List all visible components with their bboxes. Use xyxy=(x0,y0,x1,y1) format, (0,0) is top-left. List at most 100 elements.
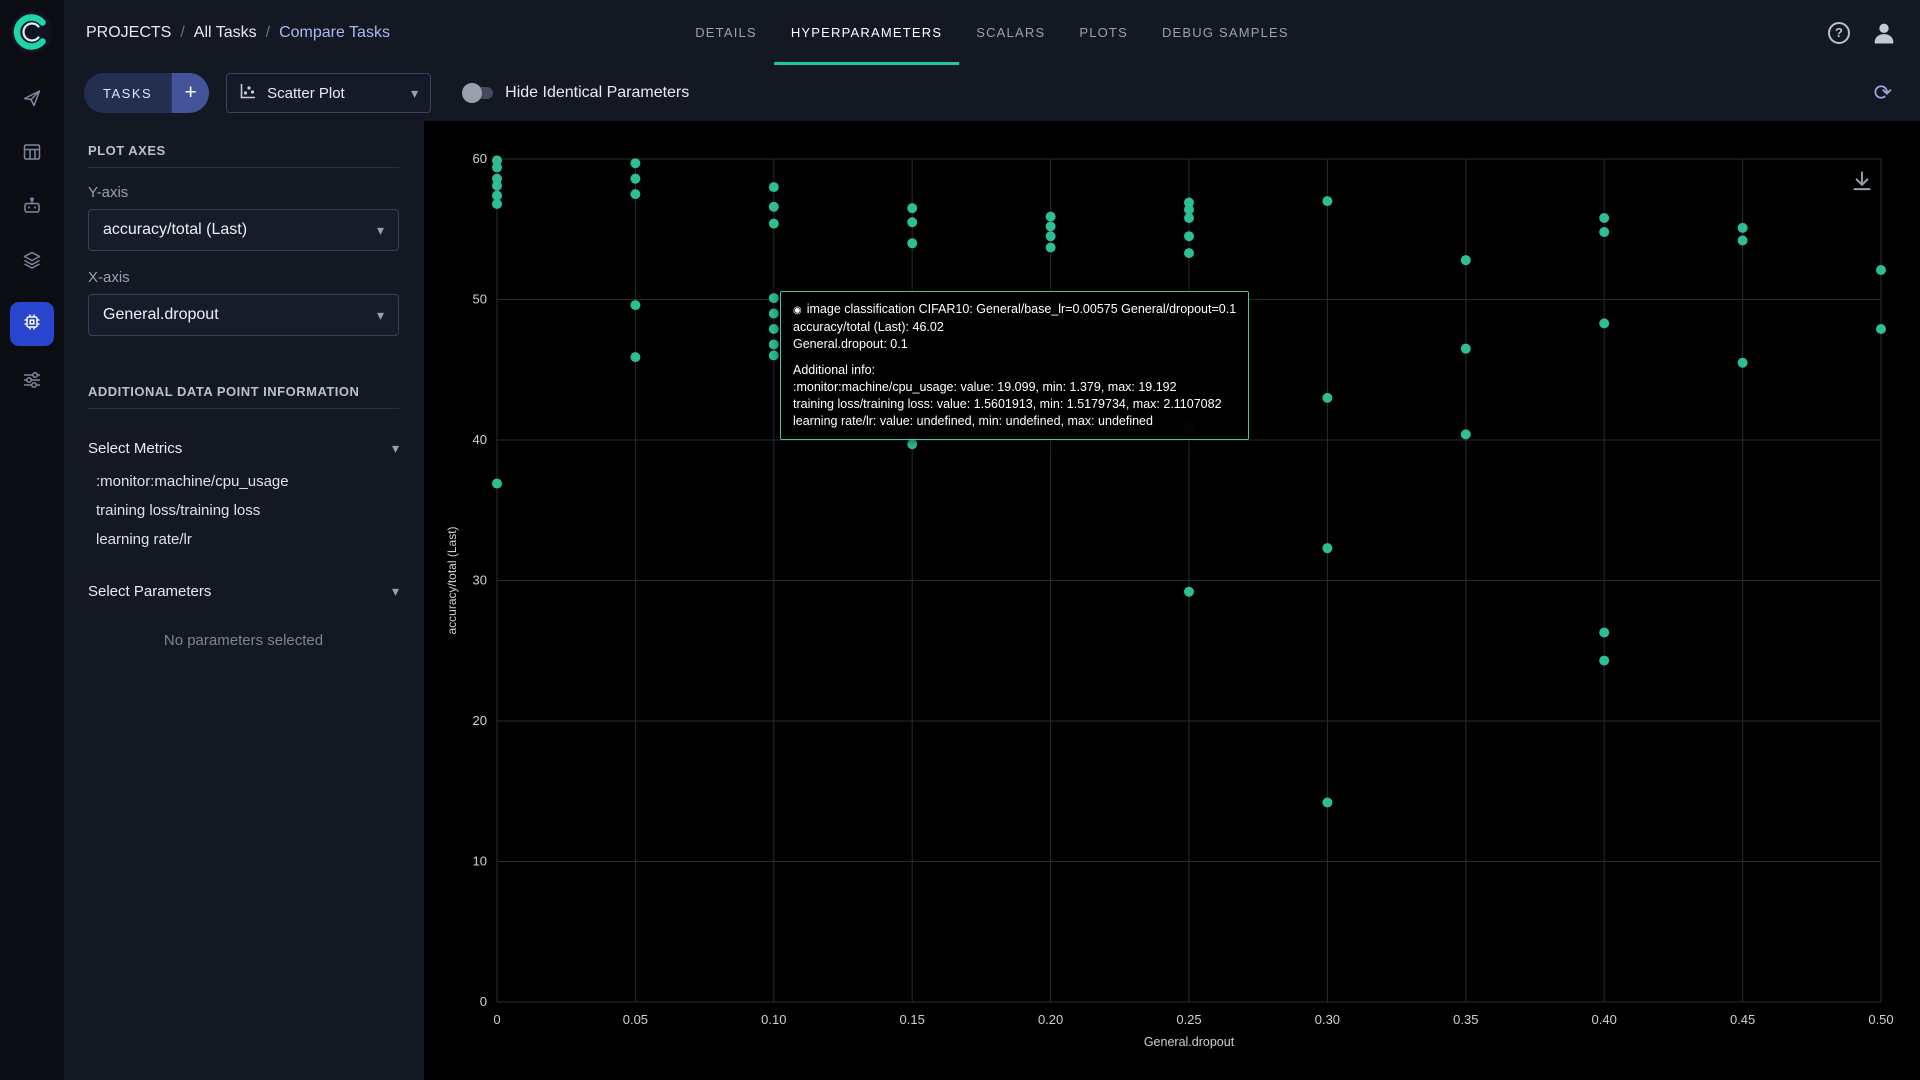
user-avatar[interactable] xyxy=(1870,19,1898,47)
tasks-button-label[interactable]: TASKS xyxy=(84,73,172,113)
svg-text:60: 60 xyxy=(473,151,487,166)
top-bar-actions: ? xyxy=(1828,19,1898,47)
tooltip-title: image classification CIFAR10: General/ba… xyxy=(806,302,1237,316)
breadcrumb-separator: / xyxy=(265,23,271,41)
nav-item-pipelines[interactable] xyxy=(10,360,54,404)
download-button[interactable] xyxy=(1848,167,1876,195)
svg-text:50: 50 xyxy=(473,292,487,307)
layers-icon xyxy=(22,250,42,275)
person-icon xyxy=(1874,23,1894,43)
svg-text:30: 30 xyxy=(473,573,487,588)
top-bar: PROJECTS / All Tasks / Compare Tasks DET… xyxy=(64,0,1920,65)
tooltip-title-line: ◉ image classification CIFAR10: General/b… xyxy=(793,301,1236,319)
metric-item-training-loss[interactable]: training loss/training loss xyxy=(88,496,399,525)
tooltip-metric-line: accuracy/total (Last): 46.02 xyxy=(793,320,944,334)
chevron-down-icon: ▾ xyxy=(391,583,399,599)
svg-text:0.20: 0.20 xyxy=(1038,1012,1063,1027)
toggle-knob xyxy=(462,83,483,103)
auto-refresh-icon[interactable]: ⟳ xyxy=(1874,82,1892,104)
tab-bar: DETAILS HYPERPARAMETERS SCALARS PLOTS DE… xyxy=(678,0,1306,65)
tooltip-spacer xyxy=(793,353,1236,362)
svg-text:General.dropout: General.dropout xyxy=(1144,1035,1235,1049)
point-marker-icon: ◉ xyxy=(793,305,802,316)
plot-axes-title: PLOT AXES xyxy=(88,143,166,158)
plot-settings-panel: PLOT AXES Y-axis accuracy/total (Last) ▾… xyxy=(64,121,424,1080)
y-axis-value: accuracy/total (Last) xyxy=(103,221,248,238)
hide-identical-toggle[interactable] xyxy=(462,83,494,103)
tab-hyperparameters[interactable]: HYPERPARAMETERS xyxy=(773,0,960,65)
svg-text:0.05: 0.05 xyxy=(623,1012,648,1027)
additional-info-title: ADDITIONAL DATA POINT INFORMATION xyxy=(88,384,360,399)
chevron-down-icon: ▾ xyxy=(376,222,384,238)
scatter-plot-area: 0 10 20 30 40 50 60 0 0.05 0.10 0.15 0.20 0.25 0.30 0.… xyxy=(424,121,1920,1080)
nav-item-projects[interactable] xyxy=(10,132,54,176)
nav-item-hyperparams-active[interactable] xyxy=(10,302,54,346)
breadcrumb: PROJECTS / All Tasks / Compare Tasks xyxy=(86,24,390,42)
svg-text:0.15: 0.15 xyxy=(900,1012,925,1027)
breadcrumb-separator: / xyxy=(180,23,185,41)
svg-text:20: 20 xyxy=(473,713,487,728)
add-task-button[interactable]: + xyxy=(171,73,210,113)
divider xyxy=(88,408,399,409)
robot-icon xyxy=(22,196,42,221)
sliders-icon xyxy=(22,370,42,395)
chart-tooltip: ◉ image classification CIFAR10: General/b… xyxy=(780,291,1250,440)
breadcrumb-projects[interactable]: PROJECTS xyxy=(86,24,171,42)
svg-text:0.25: 0.25 xyxy=(1176,1012,1201,1027)
no-parameters-text: No parameters selected xyxy=(163,632,324,649)
select-metrics-label: Select Metrics xyxy=(88,439,183,457)
nav-item-serving[interactable] xyxy=(10,186,54,230)
svg-text:0.35: 0.35 xyxy=(1453,1012,1478,1027)
help-icon[interactable]: ? xyxy=(1828,21,1850,44)
paper-plane-icon xyxy=(22,88,42,113)
tab-plots[interactable]: PLOTS xyxy=(1062,0,1145,65)
breadcrumb-compare-tasks[interactable]: Compare Tasks xyxy=(279,24,390,42)
hide-identical-label: Hide Identical Parameters xyxy=(505,84,690,101)
x-axis-select[interactable]: General.dropout ▾ xyxy=(88,294,399,336)
tab-details[interactable]: DETAILS xyxy=(678,0,774,65)
svg-text:0: 0 xyxy=(480,994,487,1009)
nav-rail xyxy=(0,0,64,1080)
tab-scalars[interactable]: SCALARS xyxy=(959,0,1062,65)
nav-rail-items xyxy=(10,78,54,414)
svg-text:0.30: 0.30 xyxy=(1315,1012,1340,1027)
breadcrumb-all-tasks[interactable]: All Tasks xyxy=(194,24,257,42)
tooltip-additional-cpu: :monitor:machine/cpu_usage: value: 19.09… xyxy=(793,380,1177,394)
clearml-logo[interactable] xyxy=(10,10,54,54)
svg-text:10: 10 xyxy=(473,854,487,869)
svg-text:accuracy/total (Last): accuracy/total (Last) xyxy=(445,526,459,634)
metric-item-learning-rate[interactable]: learning rate/lr xyxy=(88,525,399,554)
tooltip-additional-loss: training loss/training loss: value: 1.56… xyxy=(793,397,1222,411)
scatter-plot-icon xyxy=(239,82,257,105)
selected-metrics-list: :monitor:machine/cpu_usage training loss… xyxy=(88,467,399,554)
chip-icon xyxy=(22,312,42,337)
nav-item-dashboard[interactable] xyxy=(10,78,54,122)
tooltip-param-line: General.dropout: 0.1 xyxy=(793,337,908,351)
y-axis-label: Y-axis xyxy=(88,184,129,201)
select-parameters-label: Select Parameters xyxy=(88,582,212,600)
plot-type-select[interactable]: Scatter Plot ▾ xyxy=(226,73,432,113)
chevron-down-icon: ▾ xyxy=(376,307,384,323)
tab-debug-samples[interactable]: DEBUG SAMPLES xyxy=(1145,0,1306,65)
compare-toolbar: TASKS + Scatter Plot ▾ Hide Identical Pa… xyxy=(64,65,1920,121)
hide-identical-toggle-group: Hide Identical Parameters xyxy=(462,83,690,103)
svg-text:40: 40 xyxy=(473,432,487,447)
divider xyxy=(88,167,399,168)
chevron-down-icon: ▾ xyxy=(391,440,399,456)
tasks-button[interactable]: TASKS + xyxy=(84,73,210,113)
svg-text:0.50: 0.50 xyxy=(1868,1012,1893,1027)
svg-text:0.40: 0.40 xyxy=(1592,1012,1617,1027)
y-axis-select[interactable]: accuracy/total (Last) ▾ xyxy=(88,209,399,251)
scatter-chart[interactable]: 0 10 20 30 40 50 60 0 0.05 0.10 0.15 0.20 0.25 0.30 0.… xyxy=(424,121,1920,1080)
select-metrics-expander[interactable]: Select Metrics ▾ xyxy=(88,433,399,463)
download-icon xyxy=(1853,171,1871,191)
nav-item-datasets[interactable] xyxy=(10,240,54,284)
svg-text:0.10: 0.10 xyxy=(761,1012,786,1027)
table-grid-icon xyxy=(22,142,42,167)
svg-text:0: 0 xyxy=(493,1012,500,1027)
x-axis-label: X-axis xyxy=(88,269,130,286)
x-axis-value: General.dropout xyxy=(103,306,219,323)
select-parameters-expander[interactable]: Select Parameters ▾ xyxy=(88,576,399,606)
chevron-down-icon: ▾ xyxy=(411,85,419,101)
metric-item-cpu-usage[interactable]: :monitor:machine/cpu_usage xyxy=(88,467,399,496)
